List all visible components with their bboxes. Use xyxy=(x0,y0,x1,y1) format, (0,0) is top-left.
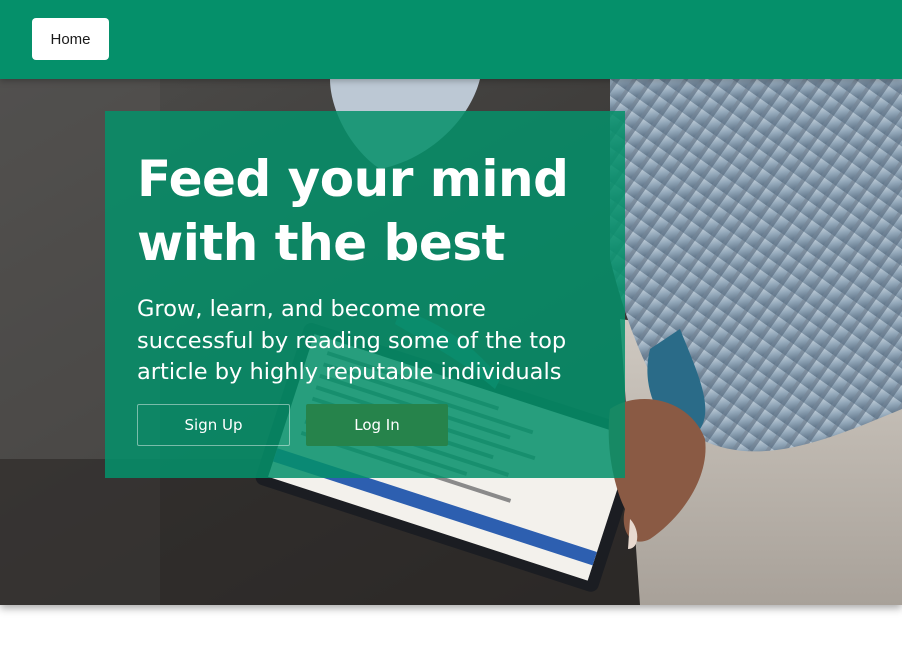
hero-title: Feed your mind with the best xyxy=(137,150,569,272)
hero-banner: Feed your mind with the best Grow, learn… xyxy=(0,79,902,605)
sign-up-button[interactable]: Sign Up xyxy=(137,404,290,446)
hero-card: Feed your mind with the best Grow, learn… xyxy=(105,111,625,478)
top-navbar: Home xyxy=(0,0,902,79)
home-button[interactable]: Home xyxy=(32,18,109,60)
log-in-button[interactable]: Log In xyxy=(306,404,448,446)
hero-subtitle: Grow, learn, and become more successful … xyxy=(137,296,567,385)
